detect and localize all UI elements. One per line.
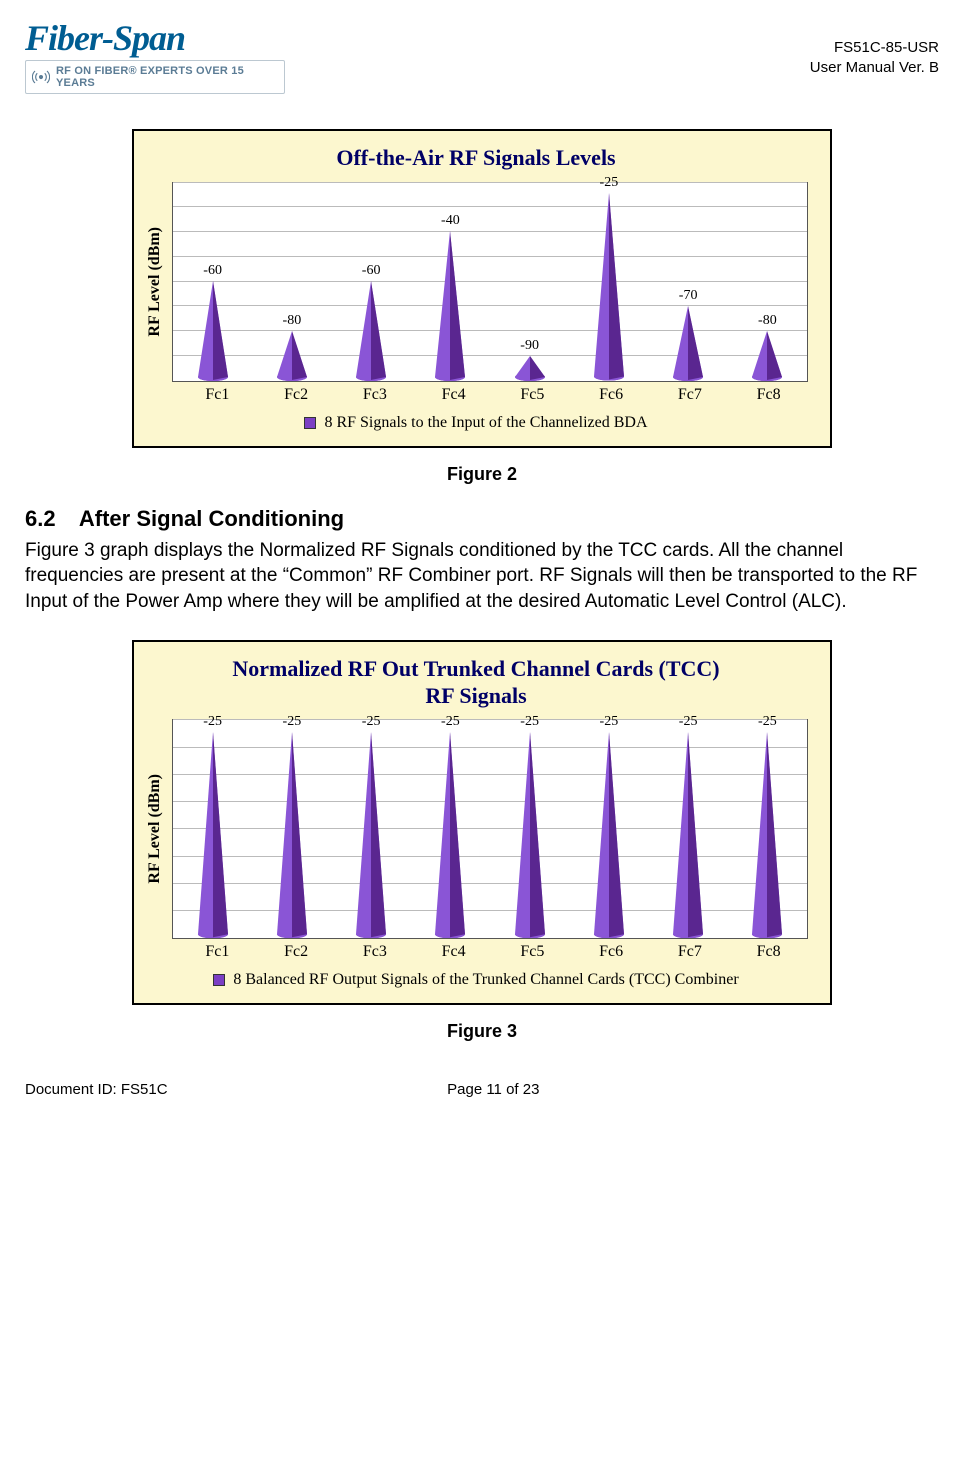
- footer-doc-id: Document ID: FS51C: [25, 1080, 168, 1100]
- chart-bar: -80: [728, 183, 807, 381]
- bar-value-label: -80: [283, 313, 302, 329]
- doc-meta: FS51C-85-USR User Manual Ver. B: [810, 38, 939, 77]
- bar-value-label: -25: [679, 714, 698, 730]
- bar-value-label: -25: [203, 714, 222, 730]
- figure-2-legend-text: 8 RF Signals to the Input of the Channel…: [324, 414, 647, 432]
- bar-value-label: -40: [441, 213, 460, 229]
- x-tick-label: Fc8: [729, 386, 808, 404]
- x-tick-label: Fc4: [414, 943, 493, 961]
- legend-swatch-icon: [213, 974, 225, 986]
- x-tick-label: Fc7: [651, 386, 730, 404]
- bar-value-label: -60: [362, 263, 381, 279]
- x-tick-label: Fc8: [729, 943, 808, 961]
- figure-3-legend: 8 Balanced RF Output Signals of the Trun…: [144, 971, 808, 989]
- figure-2-ylabel: RF Level (dBm): [144, 227, 166, 337]
- bar-value-label: -25: [600, 175, 619, 191]
- x-tick-label: Fc5: [493, 386, 572, 404]
- figure-2-caption: Figure 2: [25, 462, 939, 486]
- x-tick-label: Fc6: [572, 386, 651, 404]
- chart-bar: -25: [411, 720, 490, 938]
- figure-2-plot: -60 -80 -60 -40 -90 -25 -70 -80: [172, 182, 808, 382]
- x-tick-label: Fc7: [651, 943, 730, 961]
- x-tick-label: Fc3: [336, 386, 415, 404]
- x-tick-label: Fc1: [178, 943, 257, 961]
- bar-value-label: -90: [520, 338, 539, 354]
- figure-2-title: Off-the-Air RF Signals Levels: [144, 145, 808, 171]
- bar-value-label: -25: [758, 714, 777, 730]
- chart-bar: -25: [569, 183, 648, 381]
- bar-value-label: -70: [679, 288, 698, 304]
- x-tick-label: Fc2: [257, 943, 336, 961]
- logo-brand: Fiber-Span: [25, 20, 285, 56]
- logo: Fiber-Span RF ON FIBER® EXPERTS OVER 15 …: [25, 20, 285, 94]
- bar-value-label: -60: [203, 263, 222, 279]
- figure-3-plot: -25 -25 -25 -25 -25 -25 -25 -25: [172, 719, 808, 939]
- antenna-icon: [32, 68, 50, 86]
- section-number: 6.2: [25, 504, 56, 534]
- legend-swatch-icon: [304, 417, 316, 429]
- chart-bar: -25: [173, 720, 252, 938]
- figure-3-panel: Normalized RF Out Trunked Channel Cards …: [132, 640, 832, 1005]
- x-tick-label: Fc1: [178, 386, 257, 404]
- doc-code: FS51C-85-USR: [810, 38, 939, 58]
- chart-bar: -25: [569, 720, 648, 938]
- logo-tagline-text: RF ON FIBER® EXPERTS OVER 15 YEARS: [56, 65, 278, 89]
- figure-2-legend: 8 RF Signals to the Input of the Channel…: [144, 414, 808, 432]
- x-tick-label: Fc3: [336, 943, 415, 961]
- chart-bar: -80: [252, 183, 331, 381]
- x-tick-label: Fc4: [414, 386, 493, 404]
- bar-value-label: -25: [520, 714, 539, 730]
- footer-page: Page 11 of 23: [447, 1080, 539, 1100]
- bar-value-label: -25: [441, 714, 460, 730]
- figure-3-title: Normalized RF Out Trunked Channel Cards …: [144, 656, 808, 709]
- x-tick-label: Fc2: [257, 386, 336, 404]
- section-heading: 6.2 After Signal Conditioning: [25, 504, 939, 534]
- chart-bar: -25: [332, 720, 411, 938]
- section-title: After Signal Conditioning: [79, 506, 344, 531]
- page-footer: Document ID: FS51C Page 11 of 23: [25, 1080, 939, 1100]
- chart-bar: -25: [728, 720, 807, 938]
- bar-value-label: -25: [600, 714, 619, 730]
- bar-value-label: -25: [362, 714, 381, 730]
- figure-3-xaxis: Fc1Fc2Fc3Fc4Fc5Fc6Fc7Fc8: [178, 943, 808, 961]
- chart-bar: -40: [411, 183, 490, 381]
- chart-bar: -60: [332, 183, 411, 381]
- x-tick-label: Fc5: [493, 943, 572, 961]
- chart-bar: -70: [649, 183, 728, 381]
- figure-3-legend-text: 8 Balanced RF Output Signals of the Trun…: [233, 971, 738, 989]
- chart-bar: -25: [649, 720, 728, 938]
- page-header: Fiber-Span RF ON FIBER® EXPERTS OVER 15 …: [25, 20, 939, 94]
- section-body: Figure 3 graph displays the Normalized R…: [25, 538, 939, 615]
- doc-version: User Manual Ver. B: [810, 58, 939, 78]
- chart-bar: -60: [173, 183, 252, 381]
- figure-3-title-line1: Normalized RF Out Trunked Channel Cards …: [232, 656, 719, 681]
- x-tick-label: Fc6: [572, 943, 651, 961]
- chart-bar: -25: [490, 720, 569, 938]
- chart-bar: -25: [252, 720, 331, 938]
- figure-3-title-line2: RF Signals: [144, 683, 808, 709]
- chart-bar: -90: [490, 183, 569, 381]
- figure-3-caption: Figure 3: [25, 1019, 939, 1043]
- logo-tagline-box: RF ON FIBER® EXPERTS OVER 15 YEARS: [25, 60, 285, 94]
- figure-3-ylabel: RF Level (dBm): [144, 774, 166, 884]
- figure-2-panel: Off-the-Air RF Signals Levels RF Level (…: [132, 129, 832, 447]
- bar-value-label: -80: [758, 313, 777, 329]
- figure-2-xaxis: Fc1Fc2Fc3Fc4Fc5Fc6Fc7Fc8: [178, 386, 808, 404]
- bar-value-label: -25: [283, 714, 302, 730]
